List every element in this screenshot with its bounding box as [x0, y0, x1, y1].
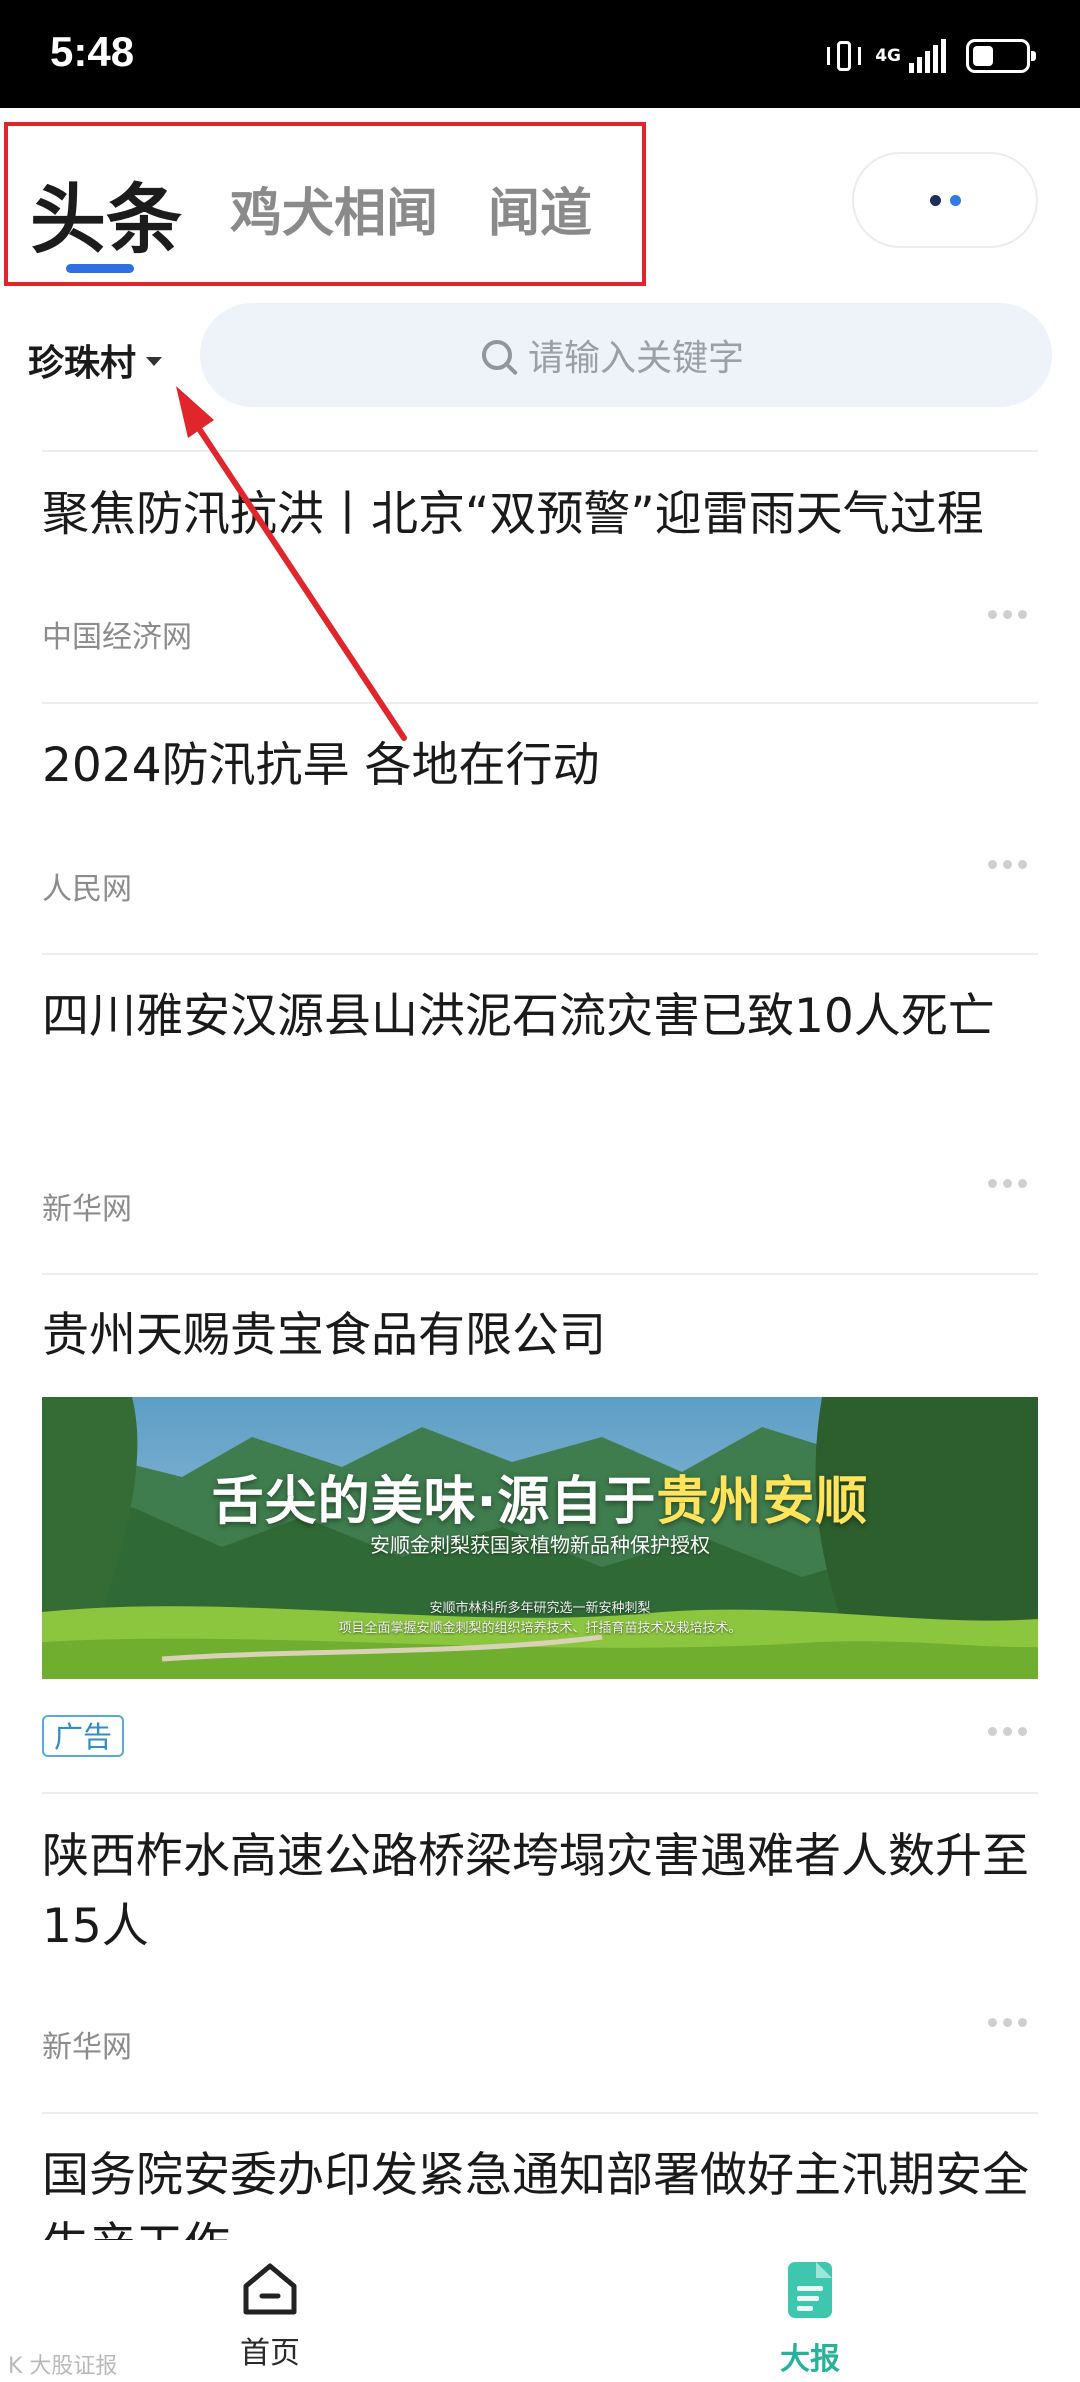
signal-icon [909, 39, 946, 73]
news-title[interactable]: 2024防汛抗旱 各地在行动 [42, 731, 1042, 801]
news-title[interactable]: 陕西柞水高速公路桥梁垮塌灾害遇难者人数升至15人 [42, 1822, 1042, 1962]
news-source: 新华网 [42, 2030, 132, 2065]
more-dot-icon [949, 194, 961, 206]
divider [42, 953, 1038, 955]
more-dot-icon [929, 194, 941, 206]
battery-icon [966, 39, 1036, 73]
nav-newspaper-label: 大报 [780, 2342, 840, 2377]
ad-small-text: 安顺市林科所多年研究选一新安种刺梨 [429, 1601, 651, 1616]
item-more-icon[interactable] [988, 1727, 1027, 1736]
ad-badge: 广告 [42, 1715, 125, 1757]
ad-title[interactable]: 贵州天赐贵宝食品有限公司 [42, 1301, 1042, 1371]
location-label: 珍珠村 [28, 343, 137, 384]
search-bar[interactable]: 请输入关键字 [200, 303, 1052, 407]
item-more-icon[interactable] [988, 610, 1027, 619]
vibrate-icon [827, 37, 862, 75]
caret-down-icon [146, 356, 163, 366]
item-more-icon[interactable] [988, 860, 1027, 869]
status-icons: 4G [827, 34, 1036, 78]
search-icon [482, 340, 512, 370]
status-bar: 5:48 4G [0, 0, 1080, 108]
news-source: 中国经济网 [42, 620, 192, 655]
news-title[interactable]: 国务院安委办印发紧急通知部署做好主汛期安全生产工作 [42, 2141, 1042, 2241]
annotation-highlight-box [4, 122, 646, 286]
home-icon [243, 2263, 297, 2315]
news-source: 新华网 [42, 1192, 132, 1227]
ad-banner-image[interactable]: 舌尖的美味·源自于贵州安顺 安顺金刺梨获国家植物新品种保护授权 安顺市林科所多年… [42, 1397, 1038, 1679]
search-placeholder: 请输入关键字 [528, 338, 745, 379]
news-source: 人民网 [42, 872, 132, 907]
divider [42, 702, 1038, 704]
divider [42, 1273, 1038, 1275]
item-more-icon[interactable] [988, 2018, 1027, 2027]
network-type: 4G [875, 46, 901, 66]
nav-home-label: 首页 [240, 2336, 300, 2371]
divider [42, 2112, 1038, 2114]
location-selector[interactable]: 珍珠村 [28, 334, 163, 386]
ad-subline: 安顺金刺梨获国家植物新品种保护授权 [370, 1533, 710, 1557]
nav-newspaper[interactable]: 大报 [770, 2260, 850, 2378]
nav-home[interactable]: 首页 [230, 2260, 310, 2372]
news-title[interactable]: 聚焦防汛抗洪丨北京“双预警”迎雷雨天气过程 [42, 480, 1042, 550]
item-more-icon[interactable] [988, 1179, 1027, 1188]
ad-small-text: 项目全面掌握安顺金刺梨的组织培养技术、扦插育苗技术及栽培技术。 [338, 1621, 742, 1636]
divider [42, 1792, 1038, 1794]
watermark: K 大股证报 [8, 2354, 118, 2379]
bottom-nav: 首页 大报 [0, 2240, 1080, 2382]
channel-tabs: 头条 鸡犬相闻 闻道 [0, 108, 1080, 298]
news-title[interactable]: 四川雅安汉源县山洪泥石流灾害已致10人死亡 [42, 982, 1012, 1052]
ad-headline: 舌尖的美味·源自于贵州安顺 [211, 1472, 869, 1532]
divider [42, 450, 1038, 452]
newspaper-icon [788, 2262, 832, 2318]
more-button[interactable] [852, 152, 1038, 248]
status-time: 5:48 [50, 28, 135, 75]
